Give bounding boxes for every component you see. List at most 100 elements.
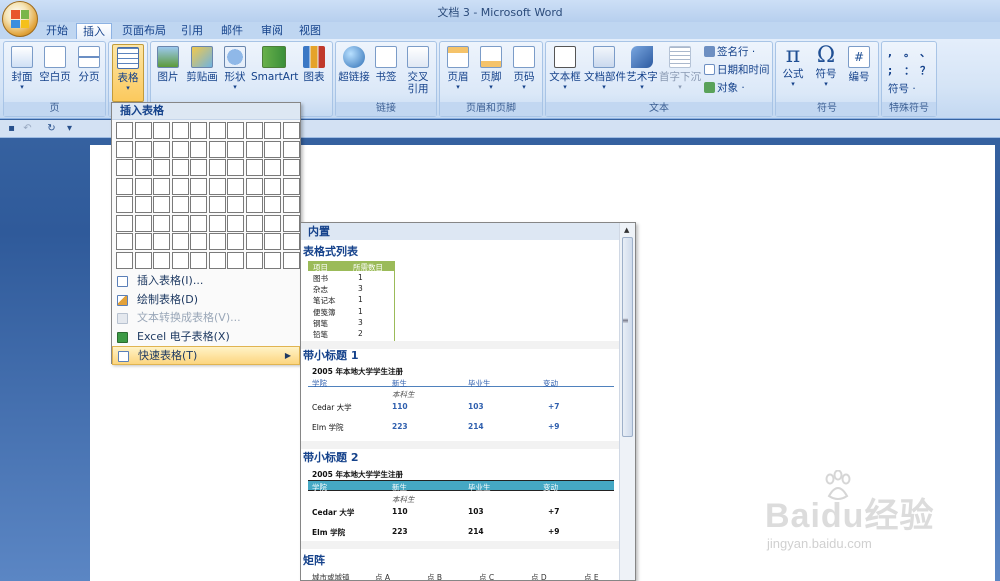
- grid-cell[interactable]: [264, 233, 281, 250]
- grid-cell[interactable]: [153, 159, 170, 176]
- grid-cell[interactable]: [245, 196, 263, 213]
- grid-cell[interactable]: [227, 233, 244, 250]
- blank-page-button[interactable]: 空白页: [38, 44, 72, 102]
- text-box-button[interactable]: 文本框 ▾: [548, 44, 582, 102]
- grid-cell[interactable]: [134, 196, 152, 213]
- grid-cell[interactable]: [245, 214, 263, 232]
- grid-cell[interactable]: [134, 233, 152, 250]
- grid-cell[interactable]: [190, 177, 207, 195]
- hyperlink-button[interactable]: 超链接: [338, 44, 370, 102]
- shapes-button[interactable]: 形状 ▾: [221, 44, 249, 102]
- grid-cell[interactable]: [134, 159, 152, 176]
- table-size-grid[interactable]: [116, 122, 300, 270]
- grid-cell[interactable]: [208, 233, 226, 250]
- grid-cell[interactable]: [245, 122, 263, 139]
- grid-cell[interactable]: [208, 214, 226, 232]
- gallery-scrollbar[interactable]: ▲ ≡: [619, 223, 635, 580]
- grid-cell[interactable]: [190, 122, 207, 139]
- grid-cell[interactable]: [116, 177, 133, 195]
- menu-insert-table[interactable]: 插入表格(I)...: [112, 272, 300, 291]
- tab-view[interactable]: 视图: [292, 23, 328, 39]
- period-symbol[interactable]: 。: [904, 46, 915, 62]
- office-button[interactable]: [2, 1, 38, 37]
- grid-cell[interactable]: [282, 159, 300, 176]
- grid-cell[interactable]: [153, 177, 170, 195]
- grid-cell[interactable]: [245, 159, 263, 176]
- grid-cell[interactable]: [208, 196, 226, 213]
- tab-page-layout[interactable]: 页面布局: [118, 23, 170, 39]
- semicolon-symbol[interactable]: ;: [888, 64, 892, 80]
- grid-cell[interactable]: [171, 122, 189, 139]
- comma-symbol[interactable]: ,: [888, 46, 892, 62]
- grid-cell[interactable]: [282, 233, 300, 250]
- quick-parts-button[interactable]: 文档部件 ▾: [584, 44, 626, 102]
- bookmark-button[interactable]: 书签: [372, 44, 400, 102]
- equation-button[interactable]: π 公式 ▾: [778, 44, 808, 102]
- grid-cell[interactable]: [282, 251, 300, 269]
- undo-icon[interactable]: ↶: [22, 123, 33, 134]
- grid-cell[interactable]: [116, 122, 133, 139]
- colon-symbol[interactable]: ：: [904, 64, 915, 80]
- grid-cell[interactable]: [190, 140, 207, 158]
- grid-cell[interactable]: [116, 214, 133, 232]
- grid-cell[interactable]: [171, 251, 189, 269]
- grid-cell[interactable]: [171, 140, 189, 158]
- menu-draw-table[interactable]: 绘制表格(D): [112, 291, 300, 310]
- symbol-button[interactable]: Ω 符号 ▾: [811, 44, 841, 102]
- grid-cell[interactable]: [245, 140, 263, 158]
- grid-cell[interactable]: [227, 214, 244, 232]
- signature-line-button[interactable]: 签名行 ·: [704, 45, 755, 61]
- grid-cell[interactable]: [134, 214, 152, 232]
- grid-cell[interactable]: [282, 122, 300, 139]
- tab-references[interactable]: 引用: [174, 23, 210, 39]
- scroll-thumb[interactable]: [622, 237, 633, 437]
- grid-cell[interactable]: [134, 140, 152, 158]
- cover-page-button[interactable]: 封面 ▾: [7, 44, 37, 102]
- numbering-button[interactable]: # 编号: [844, 44, 874, 102]
- grid-cell[interactable]: [153, 196, 170, 213]
- grid-cell[interactable]: [153, 140, 170, 158]
- grid-cell[interactable]: [134, 251, 152, 269]
- grid-cell[interactable]: [245, 251, 263, 269]
- more-symbols-button[interactable]: 符号 ·: [888, 82, 916, 98]
- smartart-button[interactable]: SmartArt: [251, 44, 298, 102]
- page-break-button[interactable]: 分页: [74, 44, 104, 102]
- grid-cell[interactable]: [116, 196, 133, 213]
- grid-cell[interactable]: [171, 177, 189, 195]
- grid-cell[interactable]: [227, 251, 244, 269]
- tab-insert[interactable]: 插入: [76, 23, 112, 39]
- grid-cell[interactable]: [264, 251, 281, 269]
- grid-cell[interactable]: [190, 214, 207, 232]
- grid-cell[interactable]: [171, 196, 189, 213]
- grid-cell[interactable]: [190, 159, 207, 176]
- grid-cell[interactable]: [264, 122, 281, 139]
- grid-cell[interactable]: [171, 233, 189, 250]
- tab-home[interactable]: 开始: [40, 23, 74, 39]
- grid-cell[interactable]: [264, 140, 281, 158]
- grid-cell[interactable]: [153, 214, 170, 232]
- page-number-button[interactable]: 页码 ▾: [509, 44, 539, 102]
- footer-button[interactable]: 页脚 ▾: [476, 44, 506, 102]
- grid-cell[interactable]: [153, 251, 170, 269]
- grid-cell[interactable]: [208, 159, 226, 176]
- date-time-button[interactable]: 日期和时间: [704, 63, 770, 79]
- grid-cell[interactable]: [245, 177, 263, 195]
- tab-mailings[interactable]: 邮件: [214, 23, 250, 39]
- grid-cell[interactable]: [190, 196, 207, 213]
- clip-art-button[interactable]: 剪贴画: [184, 44, 220, 102]
- menu-excel-sheet[interactable]: Excel 电子表格(X): [112, 328, 300, 347]
- table-button[interactable]: 表格 ▾: [112, 44, 144, 102]
- grid-cell[interactable]: [153, 233, 170, 250]
- customize-toolbar-icon[interactable]: ▾: [64, 123, 75, 134]
- tab-review[interactable]: 审阅: [254, 23, 290, 39]
- chart-button[interactable]: 图表: [299, 44, 329, 102]
- drop-cap-button[interactable]: 首字下沉 ▾: [659, 44, 701, 102]
- grid-cell[interactable]: [190, 233, 207, 250]
- grid-cell[interactable]: [264, 196, 281, 213]
- grid-cell[interactable]: [153, 122, 170, 139]
- grid-cell[interactable]: [116, 251, 133, 269]
- grid-cell[interactable]: [171, 214, 189, 232]
- grid-cell[interactable]: [208, 177, 226, 195]
- grid-cell[interactable]: [227, 159, 244, 176]
- grid-cell[interactable]: [264, 214, 281, 232]
